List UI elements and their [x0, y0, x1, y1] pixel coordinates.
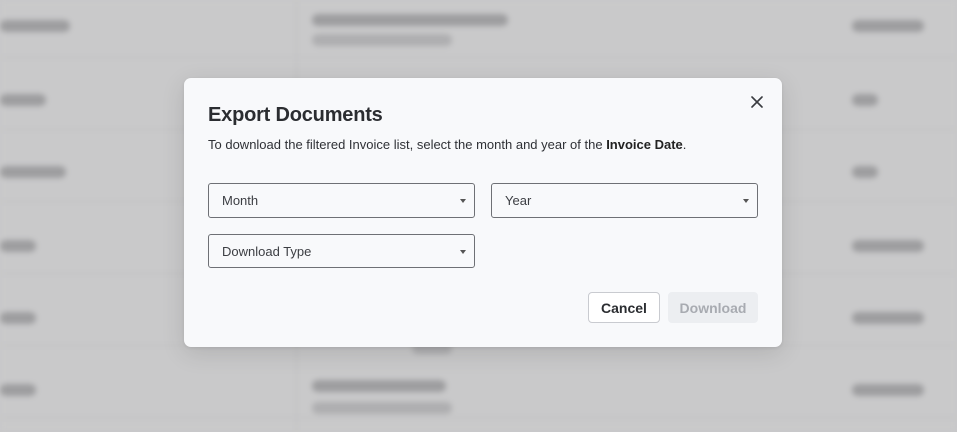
close-button[interactable]	[746, 91, 768, 113]
close-icon	[751, 96, 763, 108]
bg-row	[0, 346, 957, 418]
download-button[interactable]: Download	[668, 292, 758, 323]
caret-down-icon	[460, 250, 466, 254]
year-select[interactable]: Year	[491, 183, 758, 218]
month-select-label: Month	[222, 193, 259, 208]
dialog-title: Export Documents	[208, 104, 383, 126]
caret-down-icon	[743, 199, 749, 203]
year-select-label: Year	[505, 193, 532, 208]
description-text: To download the filtered Invoice list, s…	[208, 137, 607, 152]
caret-down-icon	[460, 199, 466, 203]
bg-row	[0, 0, 957, 58]
description-emphasis: Invoice Date	[606, 137, 683, 152]
month-select[interactable]: Month	[208, 183, 475, 218]
cancel-button[interactable]: Cancel	[588, 292, 660, 323]
dialog-description: To download the filtered Invoice list, s…	[208, 137, 686, 152]
description-suffix: .	[682, 137, 687, 152]
download-type-select-label: Download Type	[222, 244, 312, 259]
export-documents-dialog: Export Documents To download the filtere…	[184, 78, 782, 347]
download-type-select[interactable]: Download Type	[208, 234, 475, 268]
